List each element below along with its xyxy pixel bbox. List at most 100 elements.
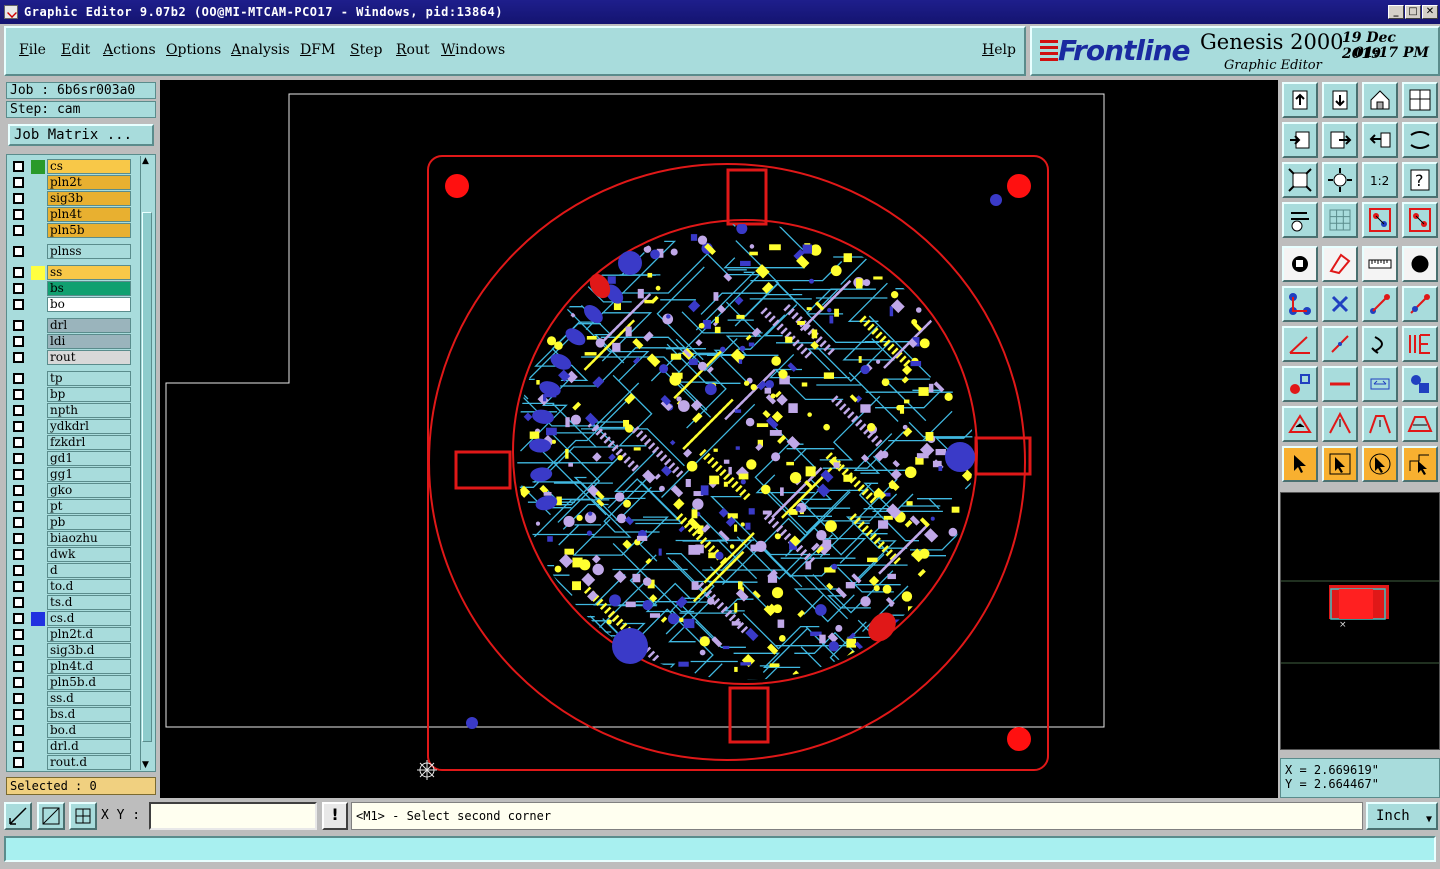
- layer-checkbox[interactable]: [13, 533, 24, 544]
- layer-checkbox[interactable]: [13, 725, 24, 736]
- angle-tool-button[interactable]: [1282, 326, 1318, 362]
- open-job-tool-button[interactable]: [1282, 82, 1318, 118]
- layer-name[interactable]: pln5b: [47, 223, 131, 238]
- layer-checkbox[interactable]: [13, 299, 24, 310]
- layer-name[interactable]: rout.d: [47, 755, 131, 770]
- layer-checkbox[interactable]: [13, 246, 24, 257]
- layer-name[interactable]: bs.d: [47, 707, 131, 722]
- menu-help[interactable]: Help: [982, 42, 1016, 58]
- layer-checkbox[interactable]: [13, 267, 24, 278]
- layer-checkbox[interactable]: [13, 565, 24, 576]
- layer-name[interactable]: to.d: [47, 579, 131, 594]
- menu-step[interactable]: Step: [350, 42, 382, 58]
- snap-icon[interactable]: [4, 802, 32, 830]
- layer-checkbox[interactable]: [13, 453, 24, 464]
- layer-checkbox[interactable]: [13, 485, 24, 496]
- redo-tool-button[interactable]: [1402, 122, 1438, 158]
- connect-tool-button[interactable]: [1282, 286, 1318, 322]
- layer-checkbox[interactable]: [13, 209, 24, 220]
- layer-checkbox[interactable]: [13, 193, 24, 204]
- undo-tool-button[interactable]: [1362, 122, 1398, 158]
- scroll-thumb[interactable]: [142, 212, 152, 742]
- layer-checkbox[interactable]: [13, 693, 24, 704]
- menu-rout[interactable]: Rout: [396, 42, 430, 58]
- layer-name[interactable]: ts.d: [47, 595, 131, 610]
- layer-name[interactable]: cs.d: [47, 611, 131, 626]
- layer-checkbox[interactable]: [13, 373, 24, 384]
- layer-checkbox[interactable]: [13, 757, 24, 768]
- import-tool-button[interactable]: [1282, 122, 1318, 158]
- round-pad-tool-button[interactable]: [1402, 246, 1438, 282]
- cross-tool-button[interactable]: [1322, 286, 1358, 322]
- layer-name[interactable]: gko: [47, 483, 131, 498]
- exclaim-button[interactable]: !: [322, 802, 348, 830]
- layer-checkbox[interactable]: [13, 597, 24, 608]
- window-tool-button[interactable]: [1402, 82, 1438, 118]
- layer-name[interactable]: gg1: [47, 467, 131, 482]
- slash-tool-button[interactable]: [1322, 326, 1358, 362]
- triangle-tool-button[interactable]: [1282, 406, 1318, 442]
- layer-checkbox[interactable]: [13, 581, 24, 592]
- layer-name[interactable]: pln2t.d: [47, 627, 131, 642]
- layer-name[interactable]: drl.d: [47, 739, 131, 754]
- menu-edit[interactable]: Edit: [61, 42, 90, 58]
- graphic-canvas[interactable]: [160, 80, 1278, 798]
- menu-options[interactable]: Options: [166, 42, 221, 58]
- layer-name[interactable]: dwk: [47, 547, 131, 562]
- layer-checkbox[interactable]: [13, 709, 24, 720]
- menu-analysis[interactable]: Analysis: [231, 42, 290, 58]
- layer-checkbox[interactable]: [13, 629, 24, 640]
- select-path-tool-button[interactable]: [1402, 446, 1438, 482]
- layer-name[interactable]: pt: [47, 499, 131, 514]
- trapezoid-tool-button[interactable]: [1362, 406, 1398, 442]
- layer-checkbox[interactable]: [13, 389, 24, 400]
- layer-name[interactable]: sig3b.d: [47, 643, 131, 658]
- help-tool-button[interactable]: ?: [1402, 162, 1438, 198]
- menu-dfm[interactable]: DFM: [300, 42, 335, 58]
- layer-name[interactable]: ss.d: [47, 691, 131, 706]
- save-job-tool-button[interactable]: [1322, 82, 1358, 118]
- menu-file[interactable]: File: [19, 42, 46, 58]
- pad-tool-button[interactable]: [1282, 246, 1318, 282]
- layer-name[interactable]: d: [47, 563, 131, 578]
- layer-name[interactable]: pln4t.d: [47, 659, 131, 674]
- pcb-drawing[interactable]: [160, 80, 1278, 798]
- minimize-button[interactable]: _: [1388, 5, 1404, 19]
- layer-name[interactable]: bo.d: [47, 723, 131, 738]
- layer-name[interactable]: tp: [47, 371, 131, 386]
- layer-name[interactable]: ldi: [47, 334, 131, 349]
- triangle-up-tool-button[interactable]: [1322, 406, 1358, 442]
- dash-tool-button[interactable]: [1322, 366, 1358, 402]
- layer-checkbox[interactable]: [13, 613, 24, 624]
- zoom-center-tool-button[interactable]: [1322, 162, 1358, 198]
- surface-tool-button[interactable]: [1322, 246, 1358, 282]
- shapes-tool-button[interactable]: [1402, 366, 1438, 402]
- zoom-fit-tool-button[interactable]: [1282, 162, 1318, 198]
- layer-name[interactable]: rout: [47, 350, 131, 365]
- layer-name[interactable]: sig3b: [47, 191, 131, 206]
- layer-checkbox[interactable]: [13, 161, 24, 172]
- select-box-tool-button[interactable]: [1322, 446, 1358, 482]
- layer-name[interactable]: cs: [47, 159, 131, 174]
- measure-tool-button[interactable]: [1362, 366, 1398, 402]
- xy-input[interactable]: [149, 802, 317, 830]
- layer-checkbox[interactable]: [13, 677, 24, 688]
- layer-name[interactable]: pln4t: [47, 207, 131, 222]
- layer-name[interactable]: pln2t: [47, 175, 131, 190]
- layer-name[interactable]: pln5b.d: [47, 675, 131, 690]
- layer-checkbox[interactable]: [13, 469, 24, 480]
- layer-name[interactable]: ss: [47, 265, 131, 280]
- layer-checkbox[interactable]: [13, 661, 24, 672]
- layer-checkbox[interactable]: [13, 421, 24, 432]
- line-edit-tool-button[interactable]: [1402, 286, 1438, 322]
- move-pad-tool-button[interactable]: [1282, 366, 1318, 402]
- settings-tool-button[interactable]: [1282, 202, 1318, 238]
- menu-actions[interactable]: Actions: [103, 42, 156, 58]
- scroll-down-icon[interactable]: ▼: [142, 760, 149, 770]
- layer-scrollbar[interactable]: ▲ ▼: [140, 156, 154, 770]
- grid-snap-icon[interactable]: [69, 802, 97, 830]
- maximize-button[interactable]: □: [1405, 5, 1421, 19]
- layer-name[interactable]: drl: [47, 318, 131, 333]
- select-arrow-tool-button[interactable]: [1282, 446, 1318, 482]
- arc-tool-button[interactable]: [1362, 326, 1398, 362]
